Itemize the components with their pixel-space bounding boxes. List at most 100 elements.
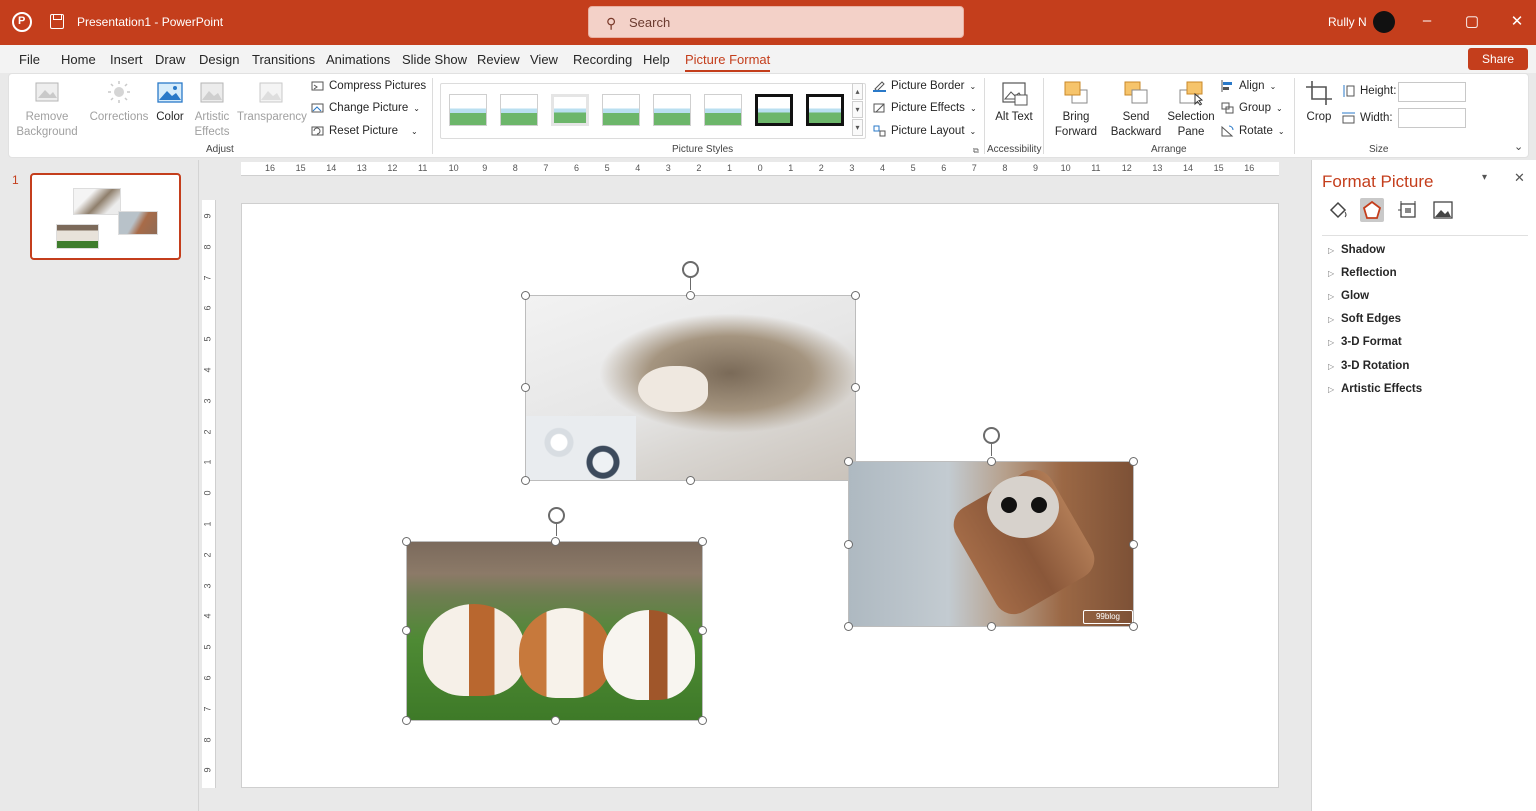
tab-slide-show[interactable]: Slide Show — [402, 52, 467, 67]
width-input[interactable] — [1398, 108, 1466, 128]
resize-handle[interactable] — [844, 622, 853, 631]
rotate-handle[interactable] — [682, 261, 699, 278]
resize-handle[interactable] — [698, 626, 707, 635]
rotate-button[interactable]: Rotate ⌄ — [1221, 125, 1285, 137]
picture-style-2[interactable] — [500, 94, 538, 126]
resize-handle[interactable] — [521, 383, 530, 392]
align-button[interactable]: Align ⌄ — [1221, 80, 1276, 92]
tab-review[interactable]: Review — [477, 52, 520, 67]
artistic-effects-button[interactable]: Artistic Effects — [187, 80, 237, 140]
color-button[interactable]: Color — [150, 80, 190, 125]
section-artistic-effects[interactable]: Artistic Effects — [1341, 383, 1422, 395]
hedgehog-picture[interactable] — [525, 295, 856, 481]
resize-handle[interactable] — [686, 476, 695, 485]
picture-effects-button[interactable]: Picture Effects ⌄ — [873, 102, 977, 114]
tab-insert[interactable]: Insert — [110, 52, 143, 67]
guinea-pigs-picture[interactable] — [406, 541, 703, 721]
rotate-handle[interactable] — [548, 507, 565, 524]
resize-handle[interactable] — [521, 476, 530, 485]
resize-handle[interactable] — [844, 457, 853, 466]
resize-handle[interactable] — [851, 291, 860, 300]
height-input[interactable] — [1398, 82, 1466, 102]
tab-help[interactable]: Help — [643, 52, 670, 67]
tab-draw[interactable]: Draw — [155, 52, 185, 67]
tab-home[interactable]: Home — [61, 52, 96, 67]
tab-view[interactable]: View — [530, 52, 558, 67]
bring-forward-button[interactable]: Bring Forward — [1047, 80, 1105, 140]
picture-style-3[interactable] — [551, 94, 589, 126]
tab-file[interactable]: File — [19, 52, 40, 67]
resize-handle[interactable] — [987, 457, 996, 466]
corrections-button[interactable]: Corrections — [88, 80, 150, 125]
resize-handle[interactable] — [1129, 622, 1138, 631]
remove-background-button[interactable]: Remove Background — [16, 80, 78, 140]
dialog-launcher-icon[interactable]: ⧉ — [973, 146, 979, 156]
resize-handle[interactable] — [1129, 540, 1138, 549]
tab-picture-format[interactable]: Picture Format — [685, 52, 771, 72]
reset-picture-button[interactable]: Reset Picture ⌄ — [311, 125, 418, 137]
compress-pictures-button[interactable]: Compress Pictures — [311, 80, 426, 92]
resize-handle[interactable] — [987, 622, 996, 631]
resize-handle[interactable] — [402, 537, 411, 546]
section-3d-format[interactable]: 3-D Format — [1341, 336, 1402, 348]
picture-style-7[interactable] — [755, 94, 793, 126]
sugar-glider-picture[interactable]: 99blog — [848, 461, 1134, 627]
picture-style-4[interactable] — [602, 94, 640, 126]
selection-pane-button[interactable]: Selection Pane — [1166, 80, 1216, 140]
group-button[interactable]: Group ⌄ — [1221, 102, 1283, 114]
minimize-button[interactable]: – — [1417, 12, 1437, 29]
tab-animations[interactable]: Animations — [326, 52, 390, 67]
resize-handle[interactable] — [521, 291, 530, 300]
gallery-scroll-up[interactable]: ▴ — [852, 83, 863, 100]
resize-handle[interactable] — [402, 626, 411, 635]
picture-layout-button[interactable]: Picture Layout ⌄ — [873, 125, 976, 137]
gallery-more[interactable]: ▾ — [852, 119, 863, 136]
slide-thumbnail[interactable] — [30, 173, 181, 260]
crop-button[interactable]: Crop — [1302, 80, 1336, 125]
section-3d-rotation[interactable]: 3-D Rotation — [1341, 360, 1409, 372]
resize-handle[interactable] — [551, 716, 560, 725]
restore-button[interactable]: ▢ — [1462, 12, 1482, 30]
close-icon[interactable]: ✕ — [1514, 170, 1525, 186]
adjust-group-label: Adjust — [206, 144, 234, 155]
resize-handle[interactable] — [851, 383, 860, 392]
picture-style-5[interactable] — [653, 94, 691, 126]
avatar[interactable] — [1373, 11, 1395, 33]
picture-style-8[interactable] — [806, 94, 844, 126]
tab-design[interactable]: Design — [199, 52, 239, 67]
alt-text-button[interactable]: Alt Text — [992, 80, 1036, 125]
picture-style-1[interactable] — [449, 94, 487, 126]
section-soft-edges[interactable]: Soft Edges — [1341, 313, 1401, 325]
user-name[interactable]: Rully N — [1328, 15, 1367, 29]
size-properties-icon[interactable] — [1396, 198, 1420, 222]
picture-icon[interactable] — [1431, 198, 1455, 222]
section-shadow[interactable]: Shadow — [1341, 244, 1385, 256]
change-picture-button[interactable]: Change Picture ⌄ — [311, 102, 420, 114]
resize-handle[interactable] — [698, 537, 707, 546]
search-box[interactable]: ⚲ Search — [588, 6, 964, 38]
tab-recording[interactable]: Recording — [573, 52, 632, 67]
tab-transitions[interactable]: Transitions — [252, 52, 315, 67]
effects-icon[interactable] — [1360, 198, 1384, 222]
send-backward-button[interactable]: Send Backward — [1104, 80, 1168, 140]
resize-handle[interactable] — [698, 716, 707, 725]
picture-border-button[interactable]: Picture Border ⌄ — [873, 80, 976, 92]
gallery-scroll-down[interactable]: ▾ — [852, 101, 863, 118]
pane-options-icon[interactable]: ▾ — [1482, 172, 1487, 183]
section-glow[interactable]: Glow — [1341, 290, 1369, 302]
close-button[interactable]: ✕ — [1507, 12, 1527, 30]
fill-line-icon[interactable] — [1326, 198, 1350, 222]
save-icon[interactable] — [50, 14, 64, 29]
section-reflection[interactable]: Reflection — [1341, 267, 1397, 279]
rotate-handle[interactable] — [983, 427, 1000, 444]
crop-label: Crop — [1306, 111, 1332, 123]
resize-handle[interactable] — [551, 537, 560, 546]
resize-handle[interactable] — [686, 291, 695, 300]
resize-handle[interactable] — [844, 540, 853, 549]
resize-handle[interactable] — [402, 716, 411, 725]
chevron-down-icon[interactable]: ⌄ — [1514, 140, 1523, 153]
share-button[interactable]: Share — [1468, 48, 1528, 70]
resize-handle[interactable] — [1129, 457, 1138, 466]
transparency-button[interactable]: Transparency — [237, 80, 307, 125]
picture-style-6[interactable] — [704, 94, 742, 126]
